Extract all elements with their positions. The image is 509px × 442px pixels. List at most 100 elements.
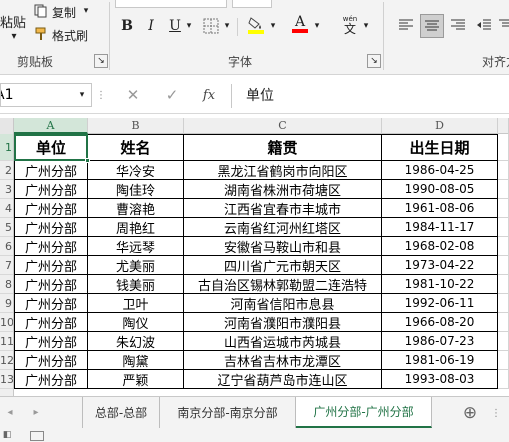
table-cell[interactable]: 山西省运城市芮城县 [184,332,382,351]
sheet-tab-headquarters[interactable]: 总部-总部 [82,397,160,428]
phonetic-button[interactable]: wén 文 [340,14,360,36]
row-header-6[interactable]: 6 [0,237,13,256]
border-dropdown-icon[interactable]: ▾ [222,19,232,33]
row-header-13[interactable]: 13 [0,370,13,389]
table-cell[interactable]: 广州分部 [14,370,88,389]
table-cell[interactable]: 1984-11-17 [382,218,498,237]
row-header-4[interactable]: 4 [0,199,13,218]
align-center-icon[interactable] [420,14,444,38]
fill-color-dropdown-icon[interactable]: ▾ [268,19,278,33]
table-cell[interactable]: 广州分部 [14,294,88,313]
fill-color-icon[interactable] [246,15,266,35]
table-cell[interactable]: 云南省红河州红塔区 [184,218,382,237]
column-header-d[interactable]: D [382,118,498,134]
fill-handle[interactable] [85,158,90,163]
phonetic-dropdown-icon[interactable]: ▾ [361,19,371,33]
copy-icon[interactable] [34,4,48,18]
column-header-b[interactable]: B [88,118,184,134]
table-cell[interactable]: 1961-08-06 [382,199,498,218]
table-cell[interactable]: 朱幻波 [88,332,184,351]
column-header-c[interactable]: C [184,118,382,134]
font-name-box[interactable] [115,0,227,8]
table-cell[interactable]: 钱美丽 [88,275,184,294]
table-cell[interactable]: 广州分部 [14,313,88,332]
table-cell[interactable]: 广州分部 [14,237,88,256]
table-cell[interactable]: 陶黛 [88,351,184,370]
empty-cell[interactable] [498,370,509,389]
empty-cell[interactable] [498,218,509,237]
table-cell[interactable]: 广州分部 [14,218,88,237]
empty-cell[interactable] [498,313,509,332]
font-size-box[interactable] [232,0,272,8]
empty-cell[interactable] [498,237,509,256]
empty-cell[interactable] [498,161,509,180]
scroll-tabs-right-icon[interactable]: ▸ [30,405,42,419]
row-header-10[interactable]: 10 [0,313,13,332]
add-sheet-icon[interactable]: ⊕ [460,403,480,423]
increase-indent-icon[interactable] [498,15,509,35]
paste-dropdown-icon[interactable]: ▾ [8,30,20,42]
bold-button[interactable]: B [118,17,136,35]
table-cell[interactable]: 古自治区锡林郭勒盟二连浩特 [184,275,382,294]
row-header-7[interactable]: 7 [0,256,13,275]
row-header-12[interactable]: 12 [0,351,13,370]
table-cell[interactable]: 尤美丽 [88,256,184,275]
table-cell[interactable]: 周艳红 [88,218,184,237]
table-cell[interactable]: 广州分部 [14,332,88,351]
table-cell[interactable]: 黑龙江省鹤岗市向阳区 [184,161,382,180]
table-cell[interactable]: 严颖 [88,370,184,389]
border-icon[interactable] [202,17,220,35]
table-cell[interactable]: 广州分部 [14,275,88,294]
table-header-cell[interactable]: 出生日期 [382,134,498,161]
empty-cell[interactable] [498,199,509,218]
align-left-icon[interactable] [396,15,416,35]
row-header-1[interactable]: 1 [0,134,13,161]
table-cell[interactable]: 1986-04-25 [382,161,498,180]
row-header-9[interactable]: 9 [0,294,13,313]
table-cell[interactable]: 1968-02-08 [382,237,498,256]
table-cell[interactable]: 广州分部 [14,351,88,370]
font-color-dropdown-icon[interactable]: ▾ [312,19,322,33]
column-header-e[interactable] [498,118,509,134]
row-header-5[interactable]: 5 [0,218,13,237]
table-cell[interactable]: 1990-08-05 [382,180,498,199]
macro-record-icon[interactable] [30,431,44,441]
insert-function-icon[interactable]: fx [199,86,219,104]
row-header-3[interactable]: 3 [0,180,13,199]
enter-icon[interactable]: ✓ [163,86,181,104]
empty-cell[interactable] [498,256,509,275]
clipboard-launcher-icon[interactable]: ↘ [94,54,108,68]
table-cell[interactable]: 华远琴 [88,237,184,256]
select-all-corner[interactable] [0,118,14,134]
worksheet-grid[interactable]: 单位 姓名 籍贯 出生日期 广州分部 华冷安 黑龙江省鹤岗市向阳区 1986-04-25 广州分… [14,134,509,396]
row-header-2[interactable]: 2 [0,161,13,180]
empty-cell[interactable] [498,275,509,294]
empty-cell[interactable] [498,180,509,199]
table-cell[interactable]: 曹溶艳 [88,199,184,218]
row-header-11[interactable]: 11 [0,332,13,351]
empty-cell[interactable] [498,294,509,313]
column-header-a[interactable]: A [14,118,88,134]
table-cell[interactable]: 安徽省马鞍山市和县 [184,237,382,256]
tab-bar-grip-icon[interactable]: ⋮ [491,406,501,420]
table-cell[interactable]: 广州分部 [14,199,88,218]
empty-cell[interactable] [498,134,509,161]
table-cell[interactable]: 吉林省吉林市龙潭区 [184,351,382,370]
paste-button[interactable]: 粘贴 [0,12,26,31]
font-color-button[interactable]: A [290,13,310,35]
table-cell[interactable]: 辽宁省葫芦岛市连山区 [184,370,382,389]
table-cell[interactable]: 华冷安 [88,161,184,180]
table-cell[interactable]: 1981-06-19 [382,351,498,370]
cancel-icon[interactable]: ✕ [124,86,142,104]
sheet-tab-guangzhou[interactable]: 广州分部-广州分部 [296,397,432,428]
decrease-indent-icon[interactable] [474,15,494,35]
table-cell[interactable]: 陶佳玲 [88,180,184,199]
underline-dropdown-icon[interactable]: ▾ [184,19,194,33]
table-header-cell[interactable]: 籍贯 [184,134,382,161]
table-cell[interactable]: 河南省濮阳市濮阳县 [184,313,382,332]
table-cell[interactable]: 1993-08-03 [382,370,498,389]
table-cell[interactable]: 广州分部 [14,256,88,275]
table-cell[interactable]: 1981-10-22 [382,275,498,294]
table-cell[interactable]: 河南省信阳市息县 [184,294,382,313]
formula-input[interactable]: 单位 [246,85,274,105]
